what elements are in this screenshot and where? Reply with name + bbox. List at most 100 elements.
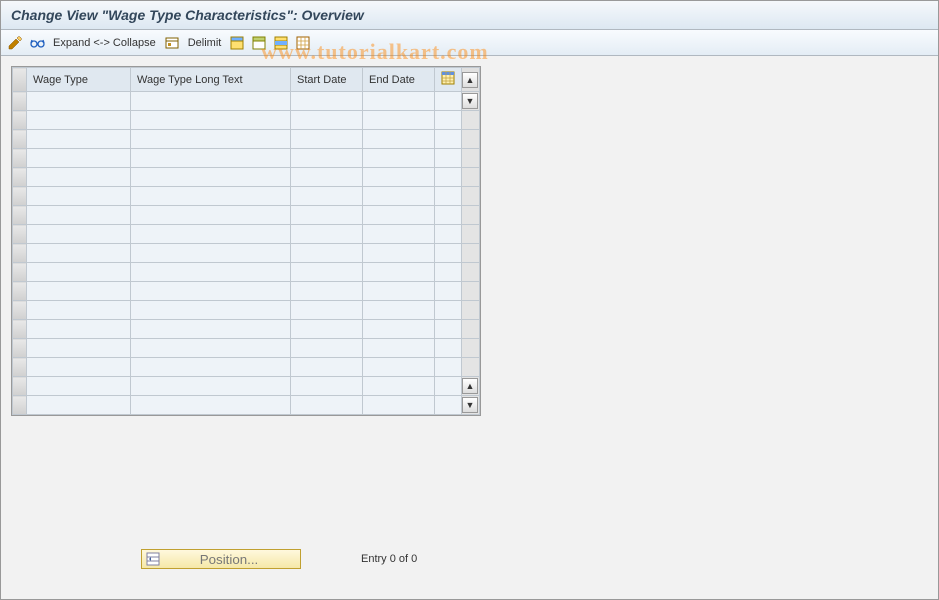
cell[interactable] [27, 358, 131, 377]
cell[interactable] [291, 377, 363, 396]
expand-collapse-button[interactable]: Expand <-> Collapse [51, 37, 158, 49]
table-row[interactable] [13, 282, 480, 301]
cell[interactable] [363, 358, 435, 377]
deselect-all-icon[interactable] [251, 35, 267, 51]
row-selector[interactable] [13, 244, 27, 263]
table-row[interactable] [13, 149, 480, 168]
cell[interactable] [291, 301, 363, 320]
cell[interactable] [435, 396, 462, 415]
cell[interactable] [435, 320, 462, 339]
cell[interactable] [363, 168, 435, 187]
cell[interactable] [435, 92, 462, 111]
cell[interactable] [435, 149, 462, 168]
cell[interactable] [291, 320, 363, 339]
table-row[interactable] [13, 225, 480, 244]
cell[interactable] [27, 206, 131, 225]
cell[interactable] [363, 396, 435, 415]
cell[interactable] [131, 358, 291, 377]
cell[interactable] [131, 206, 291, 225]
cell[interactable] [131, 149, 291, 168]
scroll-down-button-bottom[interactable]: ▼ [462, 397, 478, 413]
cell[interactable] [291, 396, 363, 415]
row-selector[interactable] [13, 301, 27, 320]
table-row[interactable] [13, 263, 480, 282]
cell[interactable] [363, 301, 435, 320]
table-row[interactable] [13, 111, 480, 130]
cell[interactable] [435, 377, 462, 396]
cell[interactable] [363, 244, 435, 263]
row-selector[interactable] [13, 396, 27, 415]
table-row[interactable] [13, 187, 480, 206]
table-row[interactable]: ▲ [13, 377, 480, 396]
cell[interactable] [131, 244, 291, 263]
col-header-long-text[interactable]: Wage Type Long Text [131, 68, 291, 92]
cell[interactable] [435, 301, 462, 320]
cell[interactable] [291, 244, 363, 263]
cell[interactable] [363, 206, 435, 225]
row-selector[interactable] [13, 206, 27, 225]
cell[interactable] [363, 377, 435, 396]
cell[interactable] [291, 358, 363, 377]
change-icon[interactable] [7, 35, 23, 51]
cell[interactable] [131, 377, 291, 396]
cell[interactable] [291, 92, 363, 111]
scroll-down-button-top[interactable]: ▼ [462, 93, 478, 109]
cell[interactable] [291, 225, 363, 244]
table-row[interactable] [13, 130, 480, 149]
cell[interactable] [27, 149, 131, 168]
col-header-end-date[interactable]: End Date [363, 68, 435, 92]
table-row[interactable] [13, 206, 480, 225]
select-block-icon[interactable] [273, 35, 289, 51]
cell[interactable] [27, 339, 131, 358]
cell[interactable] [131, 320, 291, 339]
cell[interactable] [291, 168, 363, 187]
cell[interactable] [131, 396, 291, 415]
cell[interactable] [363, 282, 435, 301]
glasses-detail-icon[interactable] [29, 35, 45, 51]
cell[interactable] [435, 206, 462, 225]
cell[interactable] [131, 339, 291, 358]
cell[interactable] [291, 149, 363, 168]
cell[interactable] [435, 130, 462, 149]
row-selector[interactable] [13, 263, 27, 282]
col-header-config[interactable] [435, 68, 462, 92]
table-settings-icon[interactable] [441, 71, 455, 85]
cell[interactable] [363, 187, 435, 206]
table-row[interactable] [13, 358, 480, 377]
row-selector[interactable] [13, 282, 27, 301]
cell[interactable] [27, 263, 131, 282]
cell[interactable] [131, 282, 291, 301]
row-selector[interactable] [13, 130, 27, 149]
cell[interactable] [27, 130, 131, 149]
cell[interactable] [291, 282, 363, 301]
select-all-icon[interactable] [229, 35, 245, 51]
cell[interactable] [131, 263, 291, 282]
row-selector[interactable] [13, 358, 27, 377]
cell[interactable] [363, 263, 435, 282]
row-selector[interactable] [13, 187, 27, 206]
cell[interactable] [435, 225, 462, 244]
row-selector[interactable] [13, 225, 27, 244]
cell[interactable] [27, 244, 131, 263]
cell[interactable] [291, 263, 363, 282]
table-row[interactable] [13, 320, 480, 339]
cell[interactable] [435, 263, 462, 282]
cell[interactable] [363, 225, 435, 244]
table-row[interactable] [13, 301, 480, 320]
delimit-icon[interactable] [164, 35, 180, 51]
cell[interactable] [291, 111, 363, 130]
cell[interactable] [27, 377, 131, 396]
cell[interactable] [291, 130, 363, 149]
cell[interactable] [363, 92, 435, 111]
cell[interactable] [131, 301, 291, 320]
cell[interactable] [291, 206, 363, 225]
cell[interactable] [363, 320, 435, 339]
cell[interactable] [131, 130, 291, 149]
row-selector[interactable] [13, 92, 27, 111]
row-selector[interactable] [13, 149, 27, 168]
cell[interactable] [435, 358, 462, 377]
cell[interactable] [27, 282, 131, 301]
cell[interactable] [363, 339, 435, 358]
cell[interactable] [291, 339, 363, 358]
row-selector[interactable] [13, 111, 27, 130]
